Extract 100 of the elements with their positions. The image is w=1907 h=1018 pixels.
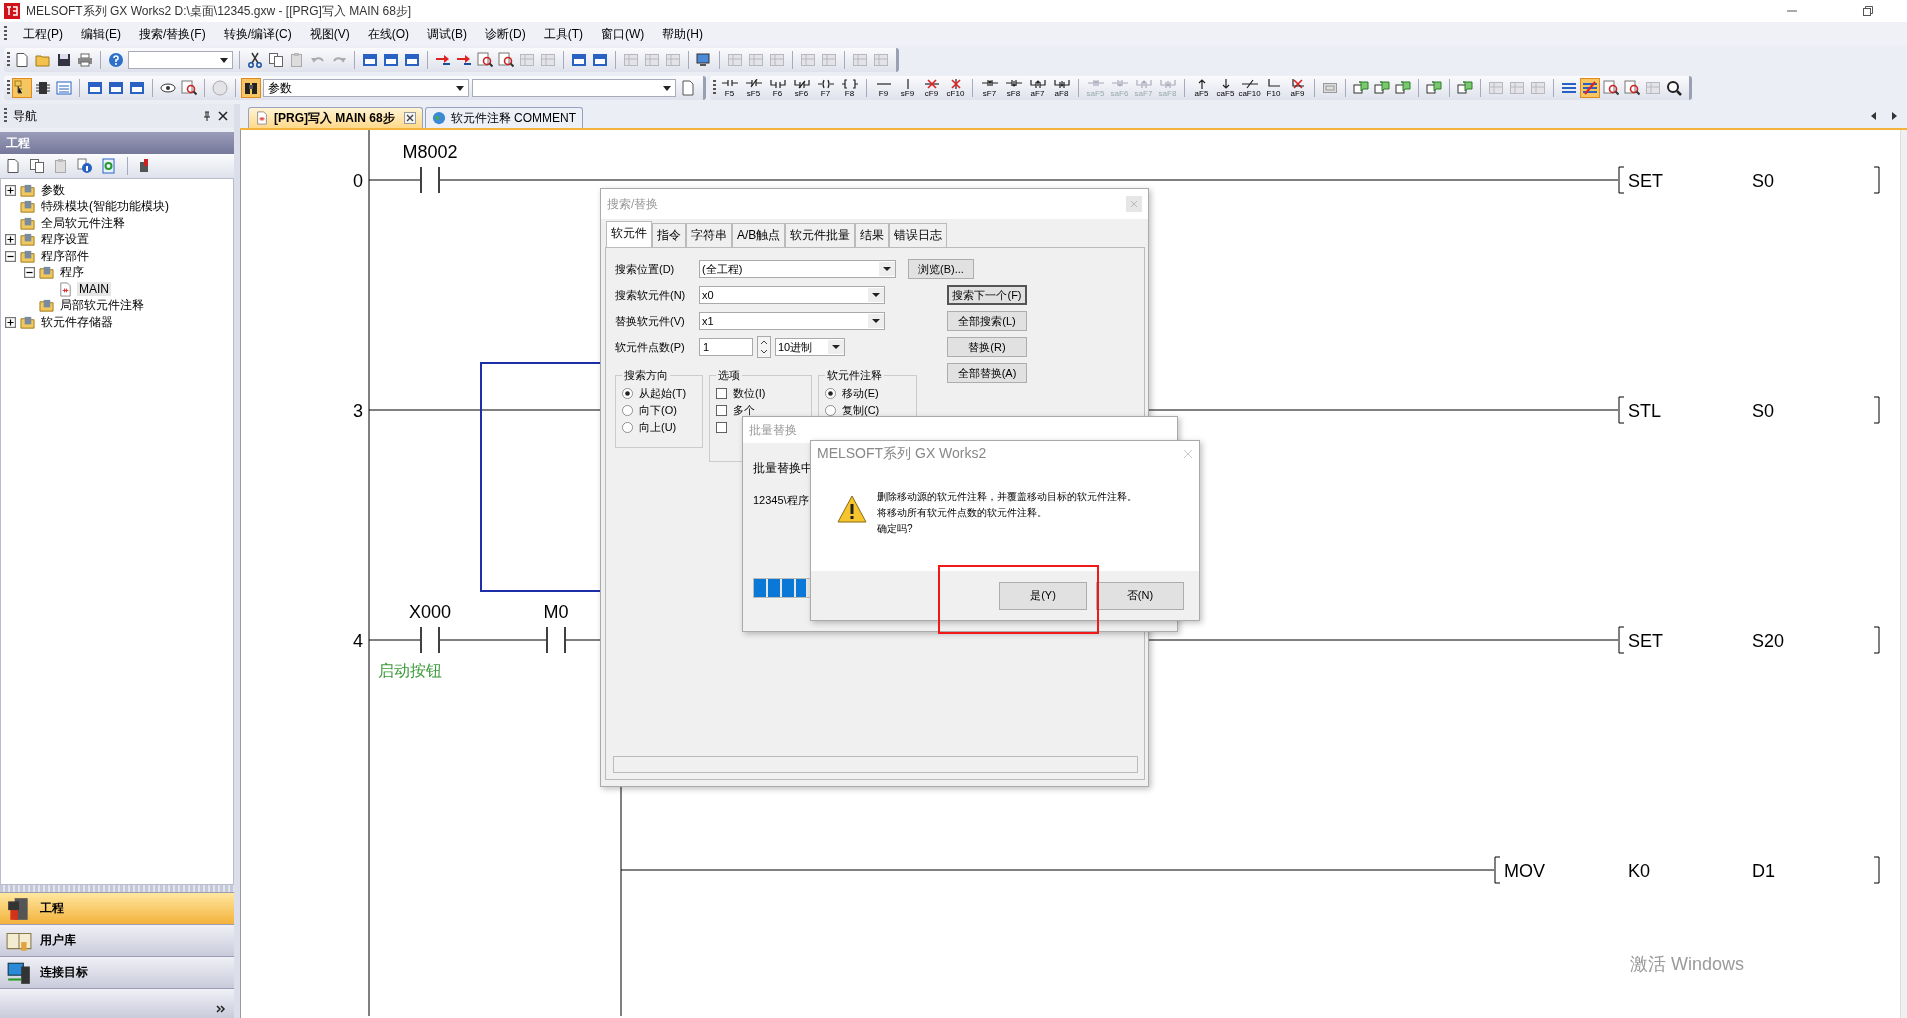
tree-item[interactable]: 程序部件 — [39, 247, 91, 265]
tree-item[interactable]: 局部软元件注释 — [58, 297, 146, 315]
ladder-tool-button[interactable]: aF9 — [1287, 78, 1308, 98]
radio-button[interactable] — [825, 388, 836, 399]
ladder-tool-button[interactable]: sF9 — [897, 78, 918, 98]
dialog-tab[interactable]: 软元件 — [606, 221, 652, 247]
dialog-button[interactable]: 替换(R) — [947, 337, 1027, 357]
ladder-tool-button[interactable]: aF7 — [1027, 78, 1048, 98]
radio-button[interactable] — [825, 405, 836, 416]
dialog-button[interactable]: 全部搜索(L) — [947, 311, 1027, 331]
ladder-tool-button[interactable]: caF10 — [1239, 78, 1260, 98]
ladder-tool-button[interactable]: F8 — [839, 78, 860, 98]
scissors-icon[interactable] — [246, 51, 264, 69]
window-icon[interactable] — [591, 51, 609, 69]
info-icon[interactable] — [76, 157, 94, 175]
chip-icon[interactable] — [34, 79, 52, 97]
dialog-button[interactable]: 全部替换(A) — [947, 363, 1027, 383]
ladder-tool-button[interactable]: F5 — [719, 78, 740, 98]
checkbox[interactable] — [716, 388, 727, 399]
window-icon[interactable] — [403, 51, 421, 69]
window-icon[interactable] — [570, 51, 588, 69]
binoculars-icon[interactable] — [242, 79, 260, 97]
number-field[interactable]: 1 — [699, 338, 753, 356]
dialog-tab[interactable]: 指令 — [652, 223, 686, 247]
ladder-tool-button[interactable]: caF5 — [1215, 78, 1236, 98]
ladder-tool-button[interactable]: sF6 — [791, 78, 812, 98]
restore-icon[interactable] — [1863, 6, 1873, 16]
checkbox[interactable] — [716, 422, 727, 433]
menu-item[interactable]: 搜索/替换(F) — [137, 23, 208, 45]
scrollbar[interactable] — [1900, 130, 1907, 1018]
collapse-icon[interactable] — [5, 250, 16, 262]
window-icon[interactable] — [86, 79, 104, 97]
speech-bubble-icon[interactable] — [1373, 79, 1391, 97]
tree-item[interactable]: MAIN — [77, 282, 111, 297]
ladder-tool-button[interactable]: sF5 — [743, 78, 764, 98]
speech-bubble-icon[interactable] — [1425, 79, 1443, 97]
monitor-icon[interactable] — [695, 51, 713, 69]
menu-item[interactable]: 在线(O) — [365, 23, 411, 45]
combo-field[interactable]: x1 — [699, 312, 885, 330]
magnifier-icon[interactable] — [180, 79, 198, 97]
magnifier-icon[interactable] — [1602, 79, 1620, 97]
radix-combo[interactable]: 10进制 — [775, 338, 845, 356]
ladder-tool-button[interactable]: sF8 — [1003, 78, 1024, 98]
tree-item[interactable]: 全局软元件注释 — [39, 214, 127, 232]
expand-icon[interactable] — [5, 184, 16, 196]
menu-item[interactable]: 工具(T) — [541, 23, 585, 45]
menu-item[interactable]: 视图(V) — [307, 23, 352, 45]
collapse-icon[interactable] — [24, 267, 35, 279]
ladder-tool-button[interactable]: sF7 — [979, 78, 1000, 98]
editor-tab[interactable]: [PRG]写入 MAIN 68步 — [248, 107, 423, 128]
dropdown-arrow-icon[interactable] — [220, 57, 228, 63]
refresh-icon[interactable] — [100, 157, 118, 175]
menu-item[interactable]: 窗口(W) — [599, 23, 647, 45]
dialog-button[interactable]: 搜索下一个(F) — [947, 285, 1027, 305]
dialog-button[interactable]: 否(N) — [1096, 581, 1184, 610]
dialog-tab[interactable]: 错误日志 — [889, 223, 948, 247]
ladder-tool-button[interactable]: F9 — [873, 78, 894, 98]
menu-item[interactable]: 工程(P) — [21, 23, 65, 45]
pin-icon[interactable] — [202, 111, 212, 121]
dialog-tab[interactable]: 软元件批量 — [785, 223, 856, 247]
close-icon[interactable] — [403, 112, 416, 124]
document-icon[interactable] — [679, 79, 697, 97]
copy-icon[interactable] — [28, 157, 46, 175]
zoom-icon[interactable] — [1665, 79, 1683, 97]
editor-tab[interactable]: 软元件注释 COMMENT — [424, 107, 583, 128]
menu-item[interactable]: 调试(B) — [425, 23, 469, 45]
printer-icon[interactable] — [76, 51, 94, 69]
combo-field[interactable]: x0 — [699, 286, 885, 304]
ladder-tool-button[interactable]: F7 — [815, 78, 836, 98]
ladder-tool-button[interactable]: F10 — [1263, 78, 1284, 98]
copy-icon[interactable] — [267, 51, 285, 69]
window-icon[interactable] — [361, 51, 379, 69]
ladder-tool-button[interactable]: cF9 — [921, 78, 942, 98]
ladder-tool-button[interactable]: cF10 — [945, 78, 966, 98]
navigation-panel-button[interactable]: 工程 — [0, 892, 234, 924]
tree-item[interactable]: 程序 — [58, 264, 86, 282]
close-icon[interactable] — [218, 111, 228, 121]
checkbox[interactable] — [716, 405, 727, 416]
spinner-icon[interactable] — [757, 336, 771, 358]
scroll-left-icon[interactable] — [1869, 111, 1879, 121]
radio-button[interactable] — [622, 405, 633, 416]
window-icon[interactable] — [107, 79, 125, 97]
radio-button[interactable] — [622, 422, 633, 433]
element-combo[interactable]: 参数 — [263, 79, 469, 97]
magnifier-icon[interactable] — [476, 51, 494, 69]
window-icon[interactable] — [128, 79, 146, 97]
ladder-tool-button[interactable]: aF8 — [1051, 78, 1072, 98]
speech-bubble-icon[interactable] — [1394, 79, 1412, 97]
chevron-icon[interactable] — [216, 1004, 226, 1014]
dialog-button[interactable]: 是(Y) — [999, 581, 1087, 610]
navigation-panel-button[interactable]: 用户库 — [0, 924, 234, 956]
ladder-tool-button[interactable]: aF5 — [1191, 78, 1212, 98]
expand-icon[interactable] — [5, 234, 16, 246]
menu-item[interactable]: 编辑(E) — [79, 23, 123, 45]
dialog-tab[interactable]: 字符串 — [686, 223, 732, 247]
tree-item[interactable]: 特殊模块(智能功能模块) — [39, 198, 171, 216]
menu-item[interactable]: 帮助(H) — [660, 23, 705, 45]
window-icon[interactable] — [382, 51, 400, 69]
navigation-panel-button[interactable]: 连接目标 — [0, 956, 234, 988]
dropdown-arrow-icon[interactable] — [456, 85, 464, 91]
